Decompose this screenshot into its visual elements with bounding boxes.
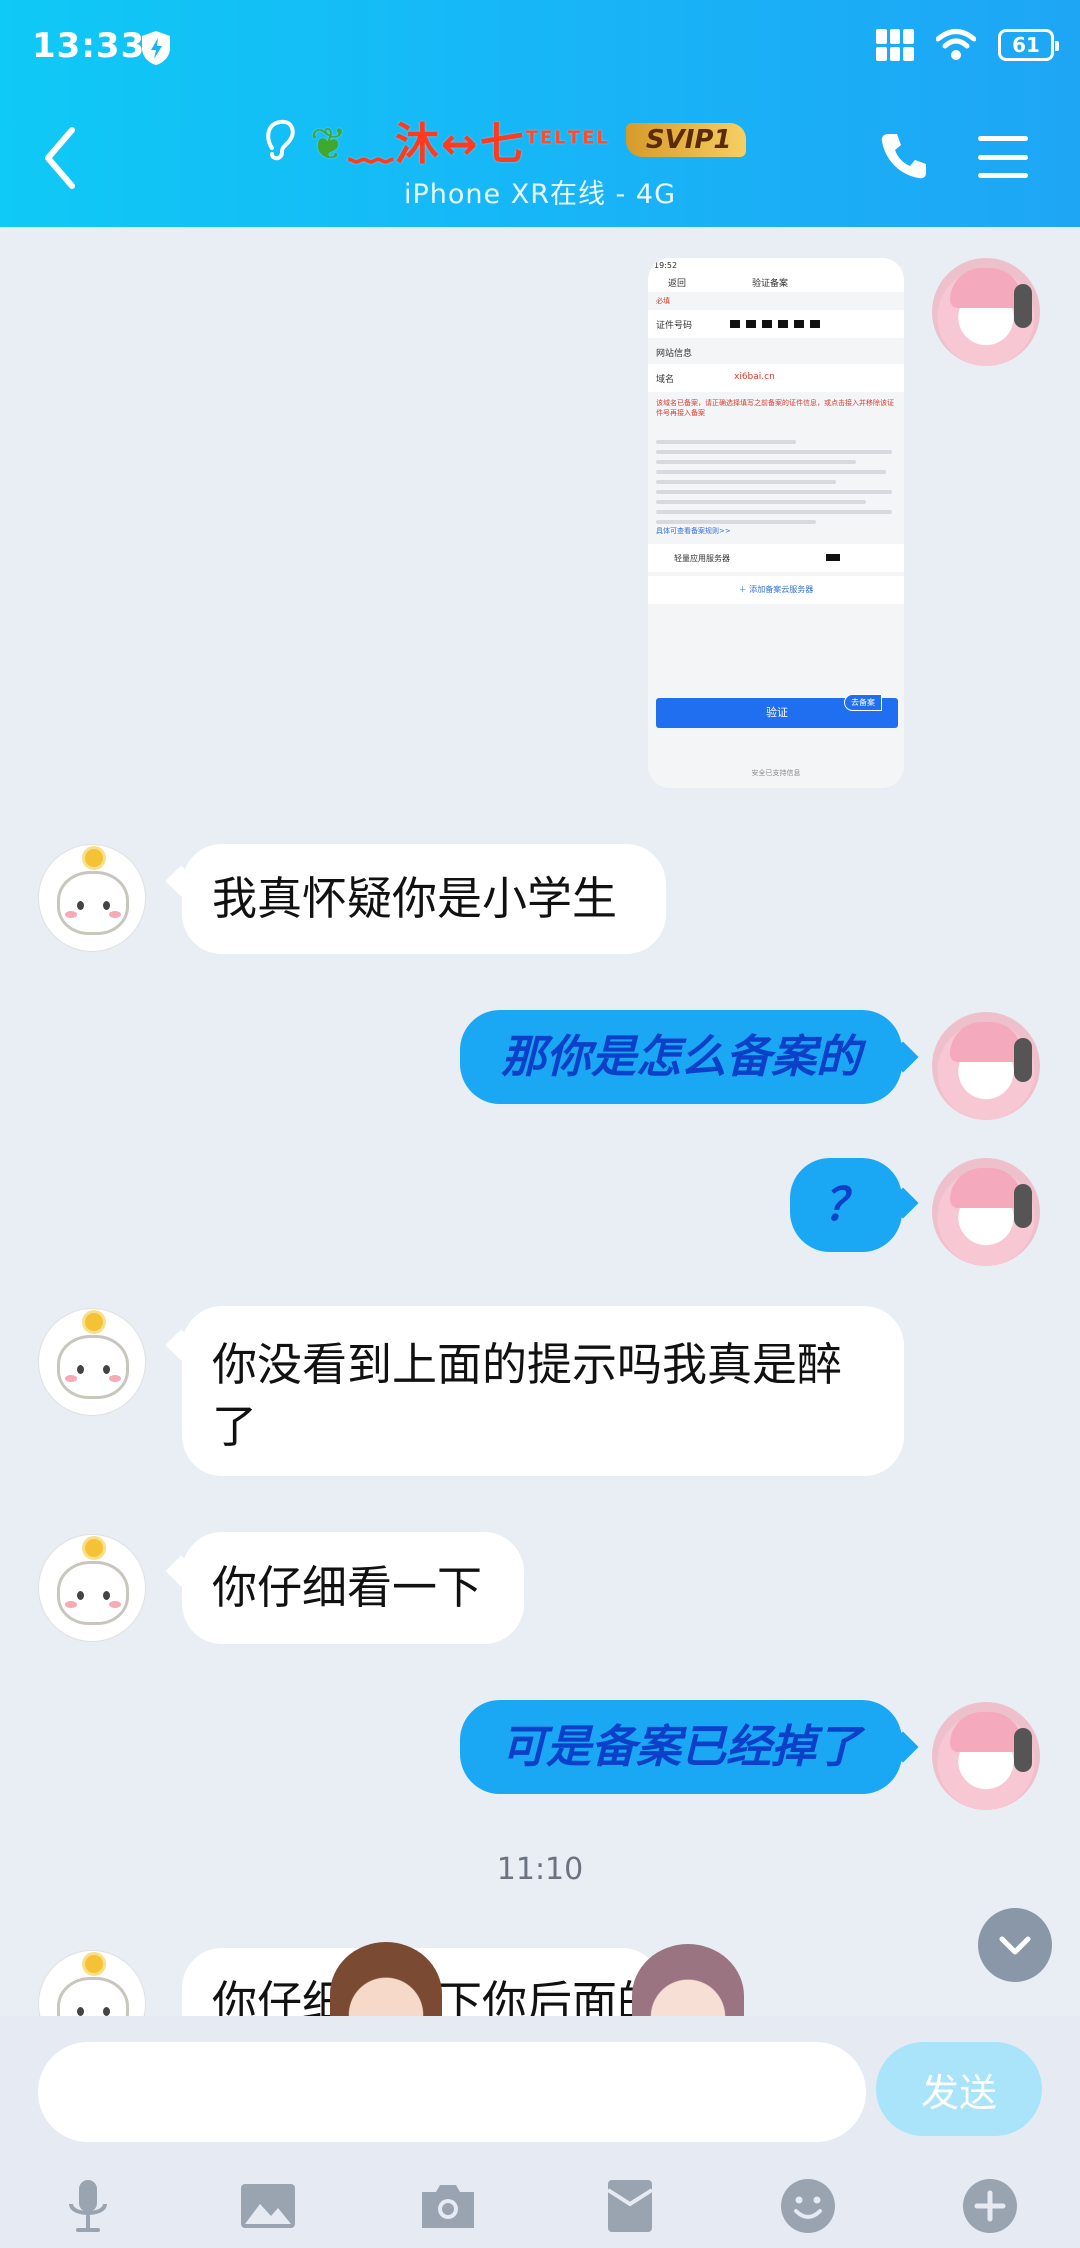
redacted-id: [730, 320, 820, 328]
contact-name[interactable]: ❦﹏沐↔七TELTEL SVIP1: [260, 110, 860, 170]
wifi-icon: [936, 29, 976, 60]
status-time: 13:33: [32, 26, 146, 66]
shield-icon: [142, 31, 170, 65]
shot-id-label: 证件号码: [656, 321, 693, 331]
shot-server-label: 轻量应用服务器: [674, 554, 730, 563]
avatar-contact[interactable]: [38, 1534, 146, 1642]
shot-site-info: 网站信息: [656, 349, 693, 359]
input-bar: 发送: [0, 2016, 1080, 2248]
message-input[interactable]: [38, 2042, 866, 2142]
tel-badge: TEL: [567, 127, 610, 149]
shot-domain-label: 域名: [656, 375, 675, 385]
tel-badge: TEL: [525, 127, 568, 149]
scroll-to-bottom-button[interactable]: [978, 1908, 1052, 1982]
message-clip: 你仔细看一下你后面的: [0, 1940, 1080, 2016]
status-icons: 61: [876, 28, 1059, 62]
time-separator: 11:10: [496, 1852, 584, 1887]
phone-icon[interactable]: [878, 130, 930, 182]
ear-icon: [266, 119, 295, 161]
svip-badge: SVIP1: [625, 123, 746, 157]
sprout-icon: ❦: [310, 119, 349, 170]
plus-icon[interactable]: [960, 2176, 1020, 2236]
nickname: ❦﹏沐↔七TELTEL: [310, 108, 610, 172]
nickname-text: ﹏沐↔七: [348, 119, 526, 170]
chat-header: 13:33 61 ❦﹏沐↔七TELTEL SVIP1 iPhone XR在线 -…: [0, 0, 1080, 227]
avatar-contact[interactable]: [38, 1950, 146, 2016]
emoji-icon[interactable]: [778, 2176, 838, 2236]
message-bubble[interactable]: 你仔细看一下: [182, 1532, 524, 1644]
chevron-down-icon: [999, 1936, 1031, 1955]
shot-warning: 该域名已备案，请正确选择填写之前备案的证件信息，或点击接入并移除该证件号再接入备…: [656, 399, 894, 417]
send-button[interactable]: 发送: [876, 2042, 1042, 2136]
shot-back: 返回: [668, 279, 687, 289]
avatar-self[interactable]: [932, 1012, 1040, 1120]
grid-signal-icon: [876, 29, 914, 61]
shot-title: 验证备案: [752, 279, 789, 289]
shot-add-server: ＋ 添加备案云服务器: [648, 576, 904, 604]
peeking-character: [632, 1944, 744, 2016]
battery-icon: 61: [998, 29, 1059, 61]
camera-icon[interactable]: [418, 2176, 478, 2236]
shot-domain-value: xi6bai.cn: [734, 372, 775, 382]
message-bubble[interactable]: 可是备案已经掉了: [460, 1700, 902, 1794]
shot-footer: 安全已支持信息: [751, 769, 801, 777]
microphone-icon[interactable]: [58, 2176, 118, 2236]
avatar-contact[interactable]: [38, 844, 146, 952]
message-bubble[interactable]: ？: [790, 1158, 902, 1252]
avatar-self[interactable]: [932, 1702, 1040, 1810]
message-bubble[interactable]: 我真怀疑你是小学生: [182, 844, 666, 954]
battery-level: 61: [1012, 33, 1040, 57]
message-bubble[interactable]: 那你是怎么备案的: [460, 1010, 902, 1104]
shot-badge: 去备案: [844, 694, 882, 711]
shot-link: 具体可查看备案规则>>: [656, 527, 731, 535]
avatar-contact[interactable]: [38, 1308, 146, 1416]
avatar-self[interactable]: [932, 1158, 1040, 1266]
shot-time: 19:52: [654, 261, 678, 270]
avatar-self[interactable]: [932, 258, 1040, 366]
image-icon[interactable]: [238, 2176, 298, 2236]
image-message[interactable]: 19:52 返回 验证备案 必填 证件号码 网站信息 域名 xi6bai.cn …: [648, 258, 904, 788]
menu-icon[interactable]: [978, 136, 1028, 178]
red-packet-icon[interactable]: [600, 2176, 660, 2236]
shot-required: 必填: [656, 297, 670, 305]
message-bubble[interactable]: 你没看到上面的提示吗我真是醉了: [182, 1306, 904, 1476]
